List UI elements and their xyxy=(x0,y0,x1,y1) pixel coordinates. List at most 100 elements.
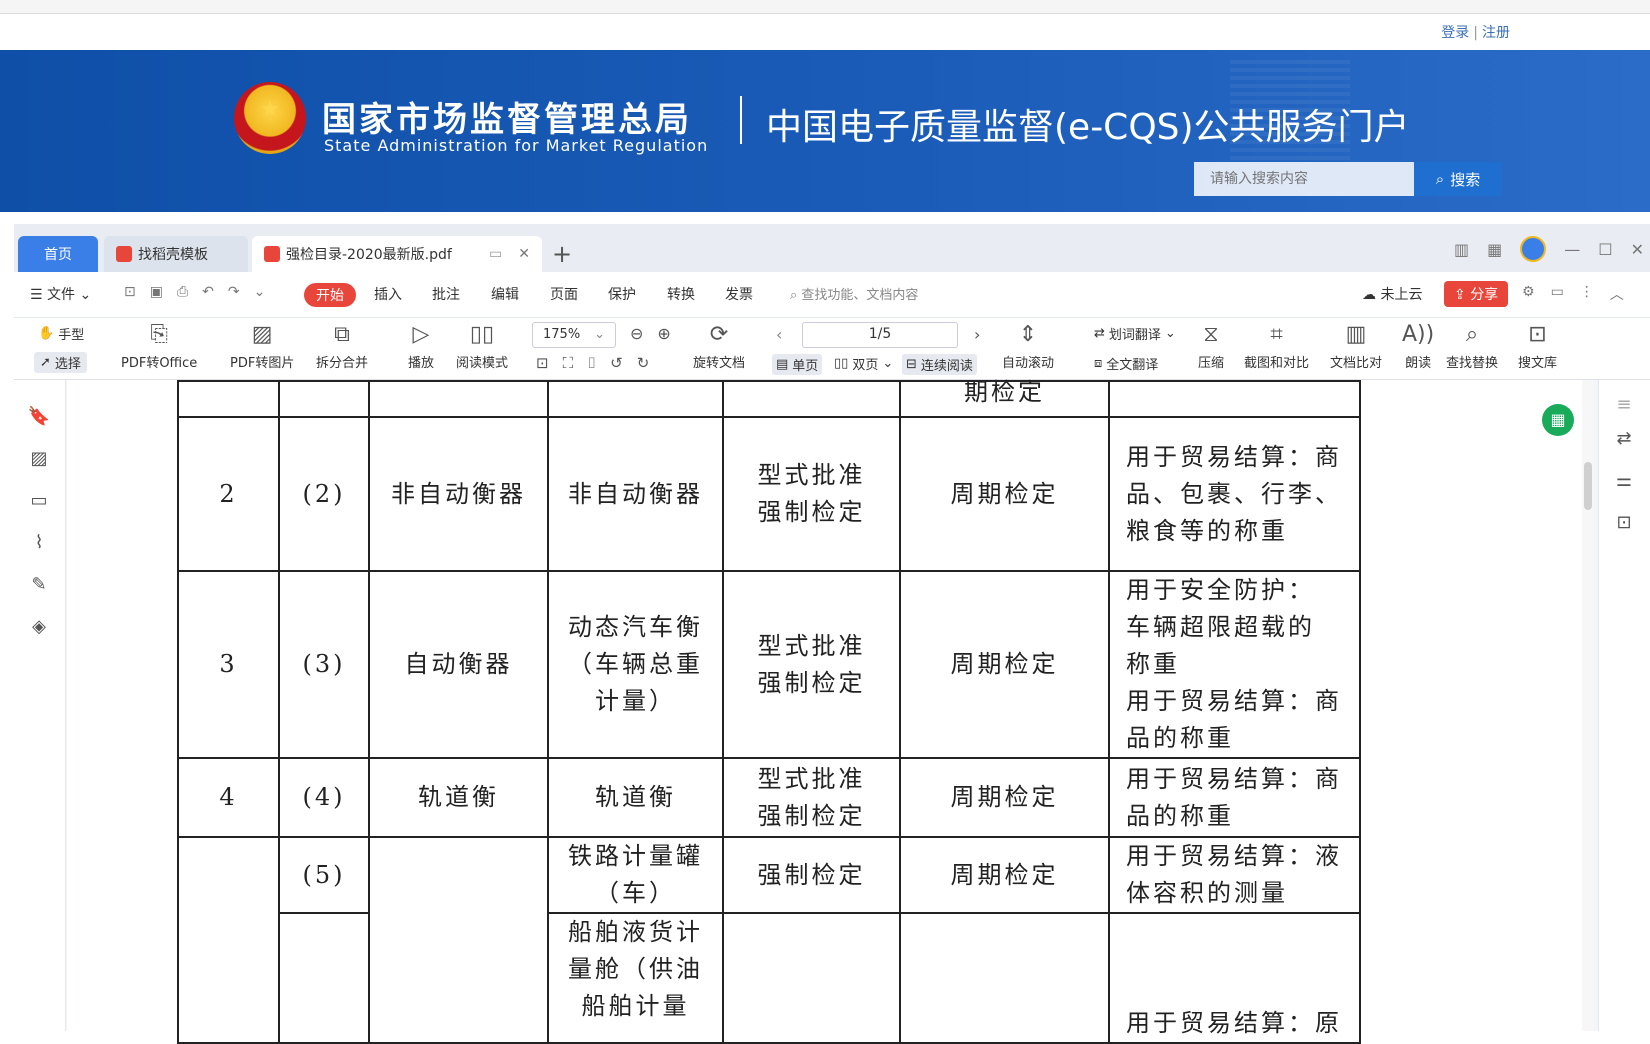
rotate-right-icon[interactable]: ↻ xyxy=(637,354,650,372)
scrollbar-thumb[interactable] xyxy=(1584,462,1592,510)
full-translate-button[interactable]: ⧈ 全文翻译 xyxy=(1094,354,1158,373)
library-panel-icon[interactable]: ⊡ xyxy=(1611,512,1637,538)
continuous-read-button[interactable]: ⊟ 连续阅读 xyxy=(902,354,977,375)
cell-line: 强制检定 xyxy=(757,668,866,697)
site-search-button[interactable]: ⌕ 搜索 xyxy=(1414,162,1502,196)
more-options-icon[interactable]: ⋮ xyxy=(1580,284,1594,304)
page-number-input[interactable]: 1/5 xyxy=(802,322,958,348)
tab-home[interactable]: 首页 xyxy=(18,236,98,272)
file-menu[interactable]: ☰ 文件 ⌄ xyxy=(30,284,91,304)
pdf-to-office-button[interactable]: ⎘ PDF转Office xyxy=(121,322,197,371)
close-window-icon[interactable]: ✕ xyxy=(1631,240,1644,259)
zoom-select[interactable]: 175% ⌄ xyxy=(532,322,616,348)
function-search[interactable]: ⌕ 查找功能、文档内容 xyxy=(790,284,918,303)
register-link[interactable]: 注册 xyxy=(1482,25,1510,41)
layout-icon[interactable]: ▥ xyxy=(1454,240,1469,259)
cell-line: 用于贸易结算：原 xyxy=(1126,1009,1342,1037)
menu-protect[interactable]: 保护 xyxy=(608,284,636,304)
verification-cycle: 周期检定 xyxy=(899,757,1110,838)
comment-icon[interactable]: ▭ xyxy=(1551,284,1564,304)
screenshot-compare-button[interactable]: ⌗ 截图和对比 xyxy=(1244,322,1309,371)
more-icon[interactable]: ⌄ xyxy=(254,284,266,300)
rotate-document-button[interactable]: ⟳ 旋转文档 xyxy=(693,322,745,371)
collapse-icon[interactable]: ︿ xyxy=(1610,284,1624,304)
pin-icon[interactable]: ▭ xyxy=(489,246,502,262)
double-page-label: 双页 xyxy=(852,358,879,373)
grid-icon[interactable]: ▦ xyxy=(1487,240,1502,259)
drag-handle-icon[interactable]: ≡ xyxy=(1611,394,1637,420)
select-tool[interactable]: ➚ 选择 xyxy=(34,352,87,373)
menu-edit[interactable]: 编辑 xyxy=(491,284,519,304)
word-translate-button[interactable]: ⇄ 划词翻译 ⌄ xyxy=(1094,324,1176,343)
open-icon[interactable]: ⊡ xyxy=(124,284,136,300)
pdf-to-image-button[interactable]: ▨ PDF转图片 xyxy=(230,322,294,371)
auto-scroll-button[interactable]: ⇕ 自动滚动 xyxy=(1002,322,1054,371)
bookmark-icon[interactable]: 🔖 xyxy=(26,406,52,432)
rotate-left-icon[interactable]: ↺ xyxy=(610,354,623,372)
single-page-button[interactable]: ▤ 单页 xyxy=(772,354,823,375)
category: 非自动衡器 xyxy=(368,416,549,572)
translate-panel-icon[interactable]: ⇄ xyxy=(1611,428,1637,454)
spreadsheet-convert-icon[interactable]: ▦ xyxy=(1542,404,1574,436)
fit-width-icon[interactable]: ⌷ xyxy=(587,354,596,372)
new-tab-button[interactable]: + xyxy=(552,240,572,268)
cell-line: 品的称重 xyxy=(1126,724,1234,752)
agency-name-en: State Administration for Market Regulati… xyxy=(324,136,709,155)
attachment-icon[interactable]: ⌇ xyxy=(26,532,52,558)
hand-tool[interactable]: ✋ 手型 xyxy=(38,324,84,343)
window-controls: ▥ ▦ — ☐ ✕ xyxy=(1454,236,1644,262)
thumbnail-icon[interactable]: ▨ xyxy=(26,448,52,474)
compress-button[interactable]: ⧖ 压缩 xyxy=(1198,322,1224,371)
print-icon[interactable]: ⎙ xyxy=(177,284,188,300)
actual-size-icon[interactable]: ⊡ xyxy=(536,354,549,372)
prev-page-icon[interactable]: ‹ xyxy=(776,325,782,344)
undo-icon[interactable]: ↶ xyxy=(202,284,214,300)
double-page-button[interactable]: ▯▯ 双页 ⌄ xyxy=(834,354,893,373)
settings-sliders-icon[interactable]: ⚌ xyxy=(1611,470,1637,496)
cloud-status[interactable]: ☁ 未上云 xyxy=(1362,284,1422,304)
avatar[interactable] xyxy=(1520,236,1547,262)
sub-number: (5) xyxy=(278,836,370,914)
find-replace-button[interactable]: ⌕ 查找替换 xyxy=(1446,322,1498,371)
menu-start[interactable]: 开始 xyxy=(304,283,356,307)
close-tab-icon[interactable]: ✕ xyxy=(518,246,530,262)
doc-compare-label: 文档比对 xyxy=(1330,356,1383,371)
sub-number: (3) xyxy=(278,570,370,759)
zoom-in-icon[interactable]: ⊕ xyxy=(657,324,670,343)
menu-insert[interactable]: 插入 xyxy=(374,284,402,304)
compress-label: 压缩 xyxy=(1198,356,1225,371)
menu-page[interactable]: 页面 xyxy=(550,284,578,304)
comment-panel-icon[interactable]: ▭ xyxy=(26,490,52,516)
minimize-icon[interactable]: — xyxy=(1564,240,1580,259)
doc-compare-button[interactable]: ▥ 文档比对 xyxy=(1330,322,1382,371)
tab-pdf-document[interactable]: 强检目录-2020最新版.pdf ▭ ✕ xyxy=(252,236,542,272)
table-row: 2 (2) 非自动衡器 非自动衡器 型式批准 强制检定 周期检定 用于贸易结算：商… xyxy=(177,416,1361,572)
menu-invoice[interactable]: 发票 xyxy=(725,284,753,304)
maximize-icon[interactable]: ☐ xyxy=(1598,240,1612,259)
redo-icon[interactable]: ↷ xyxy=(228,284,240,300)
regulation-method: 型式批准 强制检定 xyxy=(722,416,901,572)
continuous-read-label: 连续阅读 xyxy=(920,359,973,374)
tab-template[interactable]: 找稻壳模板 xyxy=(104,236,248,272)
play-button[interactable]: ▷ 播放 xyxy=(408,322,434,371)
browser-toolbar-strip xyxy=(0,0,1650,14)
read-mode-button[interactable]: ▯▯ 阅读模式 xyxy=(456,322,508,371)
usage-scope: 用于贸易结算：商 品、包裹、行李、 粮食等的称重 xyxy=(1108,416,1361,572)
menu-annotate[interactable]: 批注 xyxy=(432,284,460,304)
login-link[interactable]: 登录 xyxy=(1441,25,1469,41)
zoom-out-icon[interactable]: ⊖ xyxy=(630,324,643,343)
search-library-button[interactable]: ⊡ 搜文库 xyxy=(1518,322,1557,371)
read-aloud-button[interactable]: A)) 朗读 xyxy=(1402,322,1434,371)
site-search-input[interactable] xyxy=(1194,162,1414,196)
menu-convert[interactable]: 转换 xyxy=(667,284,695,304)
split-merge-button[interactable]: ⧉ 拆分合并 xyxy=(316,322,368,371)
gear-icon[interactable]: ⚙ xyxy=(1522,284,1535,304)
layers-icon[interactable]: ◈ xyxy=(26,616,52,642)
fit-page-icon[interactable]: ⛶ xyxy=(563,354,574,372)
next-page-icon[interactable]: › xyxy=(974,325,980,344)
signature-icon[interactable]: ✎ xyxy=(26,574,52,600)
speaker-icon: A)) xyxy=(1402,322,1435,347)
share-button[interactable]: ⇪ 分享 xyxy=(1444,281,1509,307)
save-icon[interactable]: ▣ xyxy=(150,284,163,300)
tab-template-label: 找稻壳模板 xyxy=(138,247,208,263)
